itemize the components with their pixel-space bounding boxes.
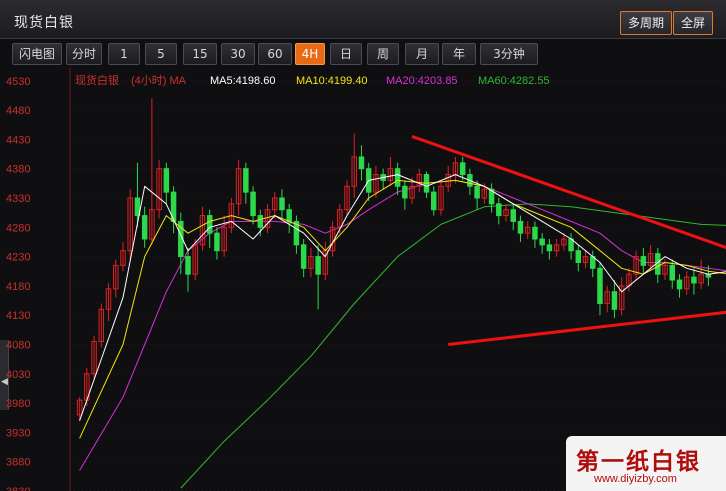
candle-body bbox=[669, 264, 675, 281]
watermark-title: 第一纸白银 bbox=[576, 449, 701, 475]
ma10-line bbox=[79, 179, 726, 439]
candle-body bbox=[214, 232, 220, 252]
y-tick-label: 4230 bbox=[6, 252, 30, 264]
candle-body bbox=[257, 215, 264, 228]
watermark-logo: 第一纸白银 www.diyizby.com bbox=[566, 436, 726, 491]
candle-body bbox=[546, 244, 553, 252]
candle-body bbox=[691, 276, 697, 284]
y-tick-label: 3980 bbox=[6, 398, 30, 410]
candle-body bbox=[206, 215, 213, 234]
candles-layer bbox=[76, 98, 712, 421]
y-tick-label: 3830 bbox=[6, 486, 30, 491]
trend-arrow-line bbox=[448, 310, 726, 346]
y-tick-label: 4080 bbox=[6, 339, 30, 351]
candle-body bbox=[532, 226, 538, 240]
candle-body bbox=[431, 191, 437, 211]
candle-body bbox=[394, 168, 401, 187]
candle-body bbox=[539, 238, 545, 246]
legend-ma20: MA20:4203.85 bbox=[386, 75, 458, 87]
candle-body bbox=[597, 267, 603, 304]
y-tick-label: 4380 bbox=[6, 164, 30, 176]
y-tick-label: 4030 bbox=[6, 369, 30, 381]
legend-ma60: MA60:4282.55 bbox=[478, 75, 550, 87]
candle-body bbox=[358, 156, 365, 170]
candle-body bbox=[611, 291, 618, 310]
chart-legend: 现货白银 (4小时) MA MA5:4198.60 MA10:4199.40 M… bbox=[75, 73, 550, 87]
candle-body bbox=[141, 215, 148, 240]
y-tick-label: 3880 bbox=[6, 457, 30, 469]
candlestick-chart: 4530 4480 4430 4380 4330 4280 4230 4180 4130 4080… bbox=[6, 68, 726, 491]
candle-body bbox=[286, 209, 292, 222]
y-tick-label: 3930 bbox=[6, 427, 30, 439]
candle-body bbox=[300, 244, 307, 269]
candle-body bbox=[250, 191, 256, 217]
candle-body bbox=[402, 185, 408, 199]
legend-period: (4小时) MA bbox=[131, 74, 187, 87]
candle-body bbox=[496, 203, 502, 217]
candle-body bbox=[575, 250, 582, 263]
y-axis: 4530 4480 4430 4380 4330 4280 4230 4180 4130 4080… bbox=[6, 76, 30, 491]
y-tick-label: 4480 bbox=[6, 105, 30, 117]
y-tick-label: 4130 bbox=[6, 310, 30, 322]
legend-symbol: 现货白银 bbox=[75, 73, 119, 87]
ma5-line bbox=[79, 174, 726, 421]
y-tick-label: 4330 bbox=[6, 193, 30, 205]
ma10-layer bbox=[79, 179, 726, 439]
candle-body bbox=[510, 209, 516, 222]
candle-body bbox=[676, 279, 683, 290]
ma5-layer bbox=[79, 174, 726, 421]
candle-body bbox=[243, 168, 249, 193]
candle-body bbox=[640, 256, 647, 266]
watermark-url: www.diyizby.com bbox=[594, 473, 677, 485]
candle-body bbox=[185, 256, 191, 275]
legend-ma5: MA5:4198.60 bbox=[210, 75, 275, 87]
y-tick-label: 4530 bbox=[6, 76, 30, 88]
chart-grid bbox=[69, 68, 726, 491]
y-tick-label: 4280 bbox=[6, 222, 30, 234]
candle-body bbox=[474, 185, 480, 199]
candle-body bbox=[315, 256, 321, 275]
candle-body bbox=[459, 162, 466, 176]
candle-body bbox=[163, 168, 170, 193]
candle-body bbox=[279, 197, 285, 211]
y-tick-label: 4180 bbox=[6, 281, 30, 293]
y-tick-label: 4430 bbox=[6, 134, 30, 146]
legend-ma10: MA10:4199.40 bbox=[296, 75, 368, 87]
candle-body bbox=[517, 220, 524, 234]
